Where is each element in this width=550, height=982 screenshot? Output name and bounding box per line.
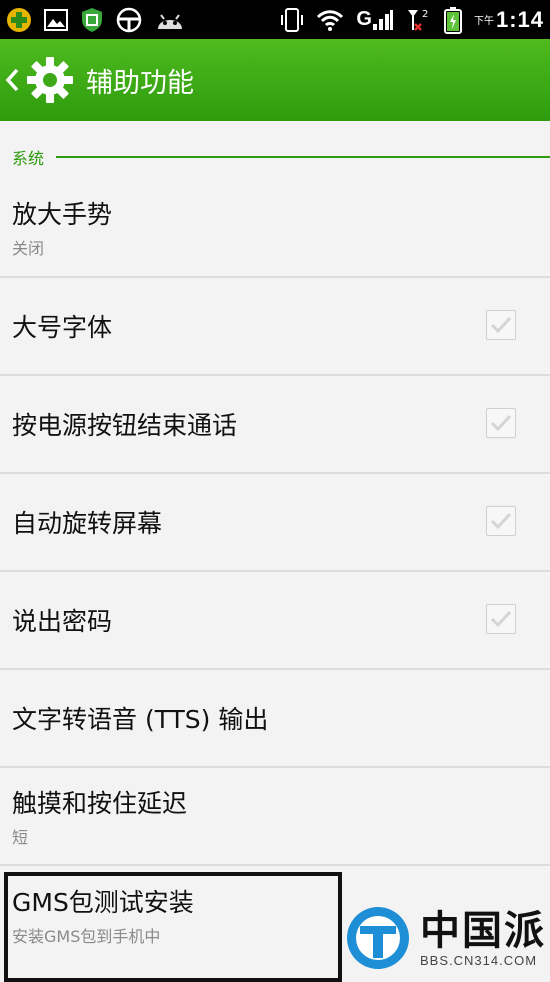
item-title: 大号字体 — [12, 313, 113, 342]
ampm-label: 下午 — [473, 16, 494, 27]
item-title: 放大手势 — [12, 200, 113, 229]
status-bar: G 2 下午 1:14 — [0, 0, 550, 39]
checkmark-icon — [490, 610, 512, 628]
setting-touch-hold-delay[interactable]: 触摸和按住延迟 短 — [0, 768, 550, 866]
item-subtitle: 关闭 — [12, 239, 45, 258]
steering-wheel-icon — [116, 7, 142, 33]
action-bar: 辅助功能 — [0, 39, 550, 121]
clock: 下午 1:14 — [474, 7, 544, 33]
shield-icon — [80, 7, 104, 33]
signal-icon: G — [356, 8, 394, 31]
setting-tts-output[interactable]: 文字转语音 (TTS) 输出 — [0, 670, 550, 768]
checkbox[interactable] — [486, 408, 516, 438]
item-title: 文字转语音 (TTS) 输出 — [12, 705, 269, 734]
android-icon — [154, 7, 186, 33]
item-subtitle: 短 — [12, 828, 29, 847]
checkbox[interactable] — [486, 310, 516, 340]
checkbox[interactable] — [486, 604, 516, 634]
page-title: 辅助功能 — [86, 67, 194, 99]
watermark-name: 中国派 — [420, 907, 546, 954]
settings-list: 放大手势 关闭 大号字体 按电源按钮结束通话 自动旋转屏幕 说出密码 文字转语音… — [0, 178, 550, 964]
image-icon — [44, 8, 68, 31]
network-type-label: G — [356, 8, 372, 30]
watermark-url: BBS.CN314.COM — [420, 952, 538, 968]
setting-speak-passwords[interactable]: 说出密码 — [0, 572, 550, 670]
item-title: 说出密码 — [12, 607, 113, 636]
item-title: 自动旋转屏幕 — [12, 509, 163, 538]
setting-magnification-gestures[interactable]: 放大手势 关闭 — [0, 178, 550, 278]
setting-power-ends-call[interactable]: 按电源按钮结束通话 — [0, 376, 550, 474]
watermark: 中国派 BBS.CN314.COM — [344, 898, 550, 978]
checkbox[interactable] — [486, 506, 516, 536]
plus-app-icon — [6, 7, 32, 33]
back-chevron-icon[interactable] — [4, 65, 22, 95]
checkmark-icon — [490, 512, 512, 530]
vibrate-icon — [280, 7, 304, 33]
sim-slot-label: 2 — [422, 9, 428, 20]
setting-auto-rotate[interactable]: 自动旋转屏幕 — [0, 474, 550, 572]
item-title: 触摸和按住延迟 — [12, 789, 188, 818]
checkmark-icon — [490, 414, 512, 432]
wifi-icon — [316, 8, 344, 32]
checkmark-icon — [490, 316, 512, 334]
section-label: 系统 — [12, 149, 45, 168]
time-label: 1:14 — [495, 6, 544, 32]
item-title: 按电源按钮结束通话 — [12, 411, 238, 440]
battery-charging-icon — [443, 6, 462, 34]
sim2-no-signal-icon: 2 — [406, 7, 432, 33]
section-divider — [56, 156, 550, 158]
section-header: 系统 — [12, 146, 550, 168]
cn314-logo-icon — [344, 904, 412, 972]
setting-large-text[interactable]: 大号字体 — [0, 278, 550, 376]
gear-icon[interactable] — [24, 54, 76, 106]
highlight-box — [4, 872, 342, 982]
